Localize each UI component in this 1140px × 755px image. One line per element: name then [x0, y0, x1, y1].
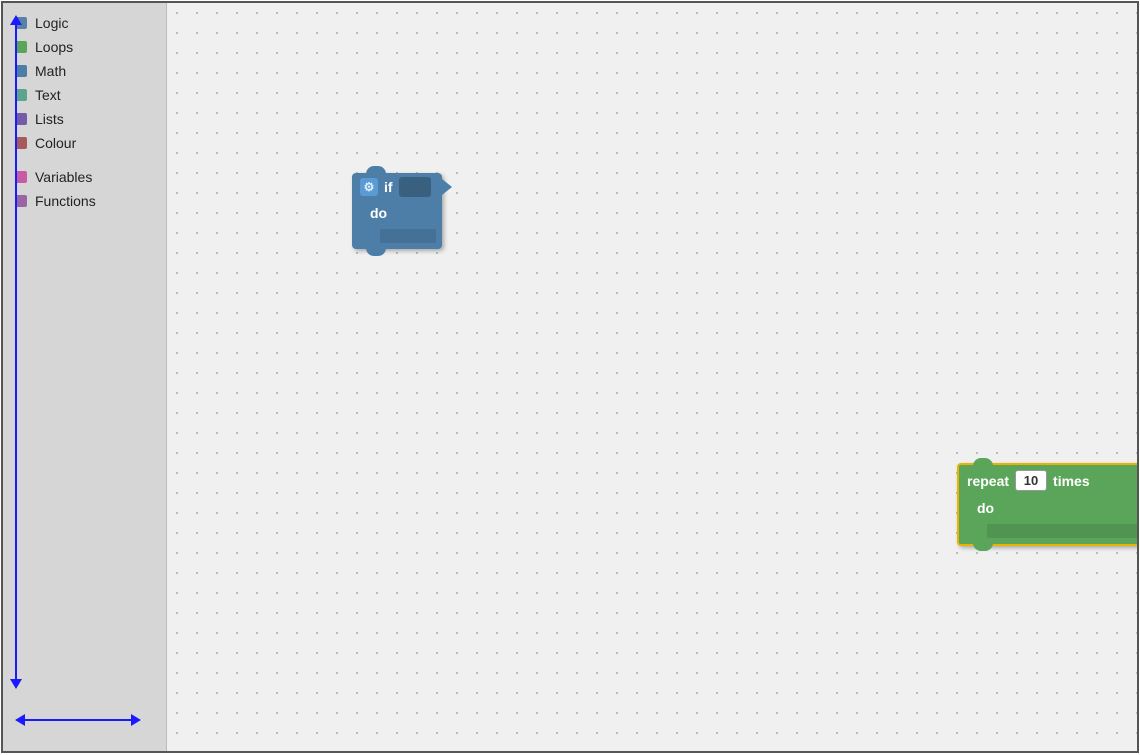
sidebar-divider — [3, 155, 166, 165]
if-right-notch — [442, 179, 452, 195]
if-block-body: ⚙ if do — [352, 173, 442, 249]
logic-label: Logic — [35, 15, 68, 31]
repeat-label: repeat — [967, 473, 1009, 489]
repeat-block-body: repeat 10 times do — [957, 463, 1137, 546]
main-container: Logic Loops Math Text Lists Colour Varia… — [1, 1, 1139, 753]
if-block-bottom-row: do — [352, 201, 442, 229]
times-label: times — [1053, 473, 1090, 489]
colour-label: Colour — [35, 135, 76, 151]
repeat-block-bottom-row: do — [959, 496, 1137, 524]
sidebar-item-text[interactable]: Text — [3, 83, 166, 107]
if-inner-area — [380, 229, 436, 243]
repeat-block-top-row: repeat 10 times — [959, 465, 1137, 496]
sidebar: Logic Loops Math Text Lists Colour Varia… — [3, 3, 167, 751]
sidebar-item-colour[interactable]: Colour — [3, 131, 166, 155]
vertical-arrow — [15, 23, 17, 681]
repeat-top-tab — [973, 458, 993, 466]
sidebar-item-functions[interactable]: Functions — [3, 189, 166, 213]
functions-label: Functions — [35, 193, 96, 209]
sidebar-item-math[interactable]: Math — [3, 59, 166, 83]
math-label: Math — [35, 63, 66, 79]
sidebar-item-loops[interactable]: Loops — [3, 35, 166, 59]
repeat-inner-area — [987, 524, 1137, 538]
if-block-bottom-tab — [366, 248, 386, 256]
sidebar-item-lists[interactable]: Lists — [3, 107, 166, 131]
repeat-count-input[interactable]: 10 — [1015, 470, 1047, 491]
if-block-top-tab — [366, 166, 386, 174]
block-canvas[interactable]: ⚙ if do — [167, 3, 1137, 751]
if-block-top-row: ⚙ if — [352, 173, 442, 201]
gear-icon[interactable]: ⚙ — [360, 178, 378, 196]
if-label: if — [384, 179, 393, 195]
loops-label: Loops — [35, 39, 73, 55]
do-label: do — [370, 205, 387, 221]
repeat-do-label: do — [977, 500, 994, 516]
sidebar-item-variables[interactable]: Variables — [3, 165, 166, 189]
repeat-bottom-tab — [973, 543, 993, 551]
if-block[interactable]: ⚙ if do — [352, 173, 442, 249]
sidebar-item-logic[interactable]: Logic — [3, 11, 166, 35]
repeat-block[interactable]: repeat 10 times do — [957, 463, 1137, 546]
if-condition-slot — [399, 177, 431, 197]
text-label: Text — [35, 87, 61, 103]
variables-label: Variables — [35, 169, 92, 185]
horizontal-arrow — [23, 719, 133, 721]
lists-label: Lists — [35, 111, 64, 127]
